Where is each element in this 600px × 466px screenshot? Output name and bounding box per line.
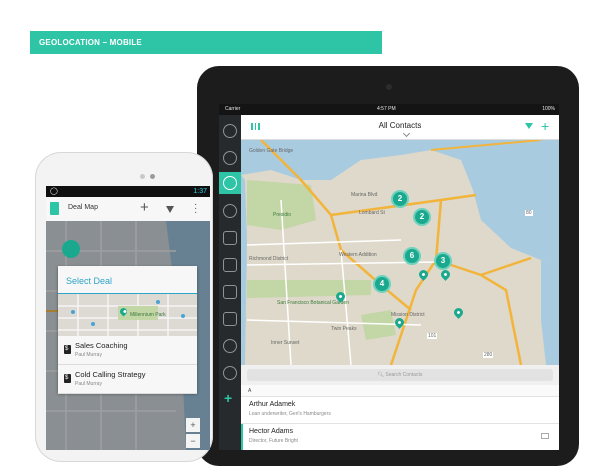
status-time: 1:37: [193, 188, 207, 195]
deal-dollar-icon: [64, 374, 71, 383]
phone-screen: ◯ 1:37 Deal Map + ··· + − Select Deal: [46, 186, 210, 450]
map-label-western: Western Addition: [339, 252, 377, 258]
dashboard-icon[interactable]: [223, 124, 237, 138]
map-label-presidio: Presidio: [273, 212, 292, 218]
section-banner: GEOLOCATION – MOBILE: [30, 31, 382, 54]
map-cluster[interactable]: 4: [373, 275, 391, 293]
add-icon[interactable]: +: [224, 391, 232, 405]
map-cluster[interactable]: 2: [413, 208, 431, 226]
selected-indicator: [241, 424, 243, 450]
map-cluster[interactable]: 3: [434, 252, 452, 270]
contact-name: Hector Adams: [249, 428, 293, 435]
search-placeholder: Search Contacts: [385, 372, 423, 378]
map-label-sunset: Inner Sunset: [271, 340, 300, 346]
power-icon[interactable]: [223, 151, 237, 165]
tablet-sidebar: +: [219, 115, 241, 450]
map-geometry: [241, 140, 559, 365]
mail-icon[interactable]: [223, 285, 237, 299]
status-circle-icon: ◯: [50, 188, 58, 195]
reports-chart-icon[interactable]: [223, 312, 237, 326]
phone-sensor: [140, 174, 145, 179]
battery-label: 100%: [542, 106, 555, 112]
page-title[interactable]: All Contacts: [241, 121, 559, 130]
settings-gear-icon[interactable]: [223, 339, 237, 353]
tasks-check-icon[interactable]: [223, 231, 237, 245]
phone-status-bar: ◯ 1:37: [46, 186, 210, 197]
search-input[interactable]: 🔍︎ Search Contacts: [247, 369, 553, 381]
deal-dollar-icon: [64, 345, 71, 354]
deal-owner: Paul Murray: [75, 381, 102, 387]
map-cluster[interactable]: [62, 240, 80, 258]
filter-icon[interactable]: [166, 206, 174, 213]
deals-dollar-icon[interactable]: [223, 204, 237, 218]
chevron-down-icon[interactable]: [402, 129, 411, 138]
overflow-menu-icon[interactable]: · · ·: [194, 200, 197, 218]
map-cluster[interactable]: 6: [403, 247, 421, 265]
map-label-hwy80: 80: [525, 210, 533, 216]
deal-name: Cold Calling Strategy: [75, 370, 146, 379]
tablet-status-bar: Carrier 4:57 PM 100%: [219, 104, 559, 115]
search-icon[interactable]: [223, 366, 237, 380]
map-label-twin: Twin Peaks: [331, 326, 357, 332]
phone-camera: [150, 174, 155, 179]
map-label-millennium: Millennium Park: [130, 312, 166, 318]
tablet-screen: Carrier 4:57 PM 100% + All Contacts + Pr…: [219, 104, 559, 450]
dialog-map-geometry: [58, 294, 197, 336]
add-contact-button[interactable]: +: [541, 118, 549, 134]
contacts-map[interactable]: Presidio Marina Blvd Lombard St Richmond…: [241, 140, 559, 365]
status-time: 4:57 PM: [377, 106, 396, 112]
phone-toolbar: Deal Map + · · ·: [46, 197, 210, 222]
deal-option[interactable]: Cold Calling Strategy Paul Murray: [58, 365, 197, 394]
dialog-title: Select Deal: [66, 276, 113, 286]
map-label-marina: Marina Blvd: [351, 192, 378, 198]
map-cluster[interactable]: 2: [391, 190, 409, 208]
contact-row[interactable]: Hector Adams Director, Future Bright: [241, 424, 559, 450]
card-icon[interactable]: [541, 433, 549, 439]
add-deal-button[interactable]: +: [140, 199, 149, 216]
contact-row[interactable]: Arthur Adamek Loan underwriter, Geri's H…: [241, 397, 559, 424]
zoom-out-button[interactable]: −: [186, 434, 200, 448]
map-label-mission: Mission District: [391, 312, 425, 318]
carrier-label: Carrier: [225, 106, 241, 112]
search-bar: 🔍︎ Search Contacts: [241, 365, 559, 385]
tablet-camera: [386, 84, 392, 90]
deal-owner: Paul Murray: [75, 352, 102, 358]
tablet-header: All Contacts +: [241, 115, 559, 140]
contact-detail: Loan underwriter, Geri's Hamburgers: [249, 411, 331, 417]
filter-icon[interactable]: [525, 123, 533, 129]
deal-option[interactable]: Sales Coaching Paul Murray: [58, 336, 197, 365]
app-logo-icon[interactable]: [50, 202, 59, 215]
map-label-hwy101: 101: [427, 333, 438, 339]
dialog-map-preview: Millennium Park: [58, 294, 197, 336]
section-header: A: [241, 385, 559, 397]
zoom-in-button[interactable]: +: [186, 418, 200, 432]
contacts-icon[interactable]: [223, 176, 237, 190]
toolbar-title[interactable]: Deal Map: [68, 204, 98, 211]
contact-name: Arthur Adamek: [249, 401, 296, 408]
map-label-hwy280: 280: [483, 352, 494, 358]
contact-detail: Director, Future Bright: [249, 438, 298, 444]
map-label-lombard: Lombard St: [359, 210, 385, 216]
map-label-richmond: Richmond District: [249, 256, 289, 262]
calendar-icon[interactable]: [223, 258, 237, 272]
deal-name: Sales Coaching: [75, 341, 128, 350]
map-label-ggb: Golden Gate Bridge: [249, 148, 294, 154]
select-deal-dialog: Select Deal Millennium Park Sales Coachi…: [58, 266, 197, 394]
